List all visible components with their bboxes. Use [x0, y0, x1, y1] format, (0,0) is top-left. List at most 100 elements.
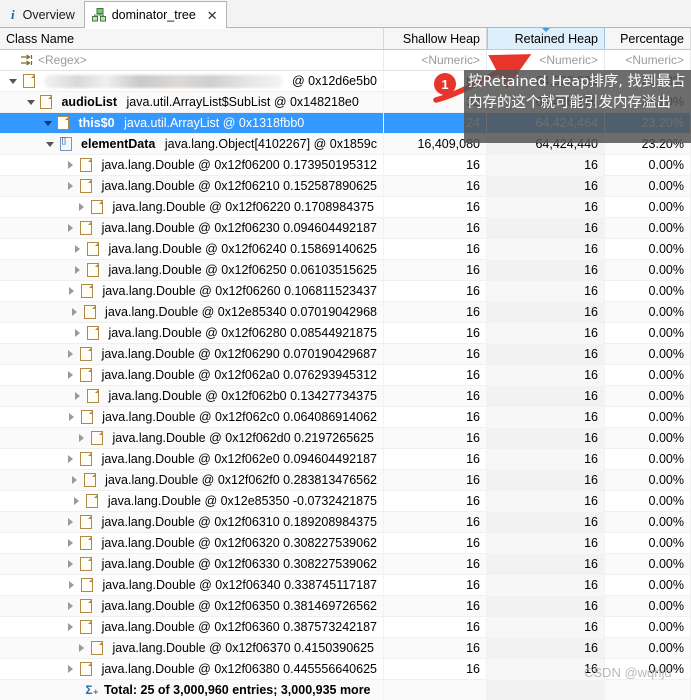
table-row[interactable]: Σ₊ Total: 25 of 3,000,960 entries; 3,000,…: [0, 679, 691, 700]
cell-percentage: 0.00%: [605, 301, 691, 323]
cell-retained-heap: 16: [487, 637, 605, 659]
column-header-class-name[interactable]: Class Name: [0, 28, 384, 49]
file-icon: [80, 452, 93, 466]
twisty-collapsed-icon[interactable]: [75, 197, 88, 218]
file-icon: [40, 95, 52, 109]
twisty-expanded-icon[interactable]: [7, 71, 20, 92]
twisty-collapsed-icon[interactable]: [64, 365, 77, 386]
object-description-label: java.lang.Double @ 0x12f062a0 0.07629394…: [101, 368, 377, 382]
filter-class-name[interactable]: <Regex>: [0, 50, 384, 70]
filter-shallow-heap[interactable]: <Numeric>: [384, 50, 487, 70]
table-row[interactable]: java.lang.Double @ 0x12f06310 0.18920898…: [0, 511, 691, 533]
cell-shallow-heap: 16: [384, 301, 487, 323]
column-header-retained-heap[interactable]: Retained Heap: [487, 28, 605, 49]
twisty-collapsed-icon[interactable]: [64, 617, 77, 638]
table-row[interactable]: java.lang.Double @ 0x12f06370 0.41503906…: [0, 637, 691, 659]
table-row[interactable]: java.lang.Double @ 0x12f06360 0.38757324…: [0, 616, 691, 638]
twisty-collapsed-icon[interactable]: [71, 323, 84, 344]
twisty-collapsed-icon[interactable]: [64, 512, 77, 533]
twisty-collapsed-icon[interactable]: [64, 218, 77, 239]
tab-dominator-tree[interactable]: dominator_tree ✕: [83, 1, 227, 29]
tab-overview[interactable]: i Overview: [0, 1, 84, 28]
table-row[interactable]: java.lang.Double @ 0x12e85340 0.07019042…: [0, 301, 691, 323]
table-row[interactable]: java.lang.Double @ 0x12f06200 0.17395019…: [0, 154, 691, 176]
file-icon: [83, 473, 96, 487]
table-row[interactable]: java.lang.Double @ 0x12f06320 0.30822753…: [0, 532, 691, 554]
object-description-label: @ 0x12d6e5b0: [292, 74, 377, 88]
object-description-label: java.lang.Double @ 0x12f06260 0.10681152…: [102, 284, 378, 298]
twisty-collapsed-icon[interactable]: [75, 638, 88, 659]
twisty-collapsed-icon[interactable]: [64, 659, 77, 680]
twisty-collapsed-icon[interactable]: [71, 386, 84, 407]
cell-percentage: 0.00%: [605, 280, 691, 302]
twisty-collapsed-icon[interactable]: [75, 428, 88, 449]
table-row[interactable]: java.lang.Double @ 0x12f06220 0.17089843…: [0, 196, 691, 218]
cell-percentage: 0.00%: [605, 469, 691, 491]
object-description-label: java.lang.Double @ 0x12f062b0 0.13427734…: [108, 389, 377, 403]
table-row[interactable]: java.lang.Double @ 0x12f062d0 0.21972656…: [0, 427, 691, 449]
table-row[interactable]: java.lang.Double @ 0x12f06250 0.06103515…: [0, 259, 691, 281]
file-icon: [80, 158, 93, 172]
twisty-collapsed-icon[interactable]: [64, 344, 77, 365]
column-header-shallow-heap[interactable]: Shallow Heap: [384, 28, 487, 49]
cell-shallow-heap: 16: [384, 259, 487, 281]
twisty-collapsed-icon[interactable]: [64, 554, 77, 575]
table-row[interactable]: java.lang.Double @ 0x12f062b0 0.13427734…: [0, 385, 691, 407]
twisty-collapsed-icon[interactable]: [65, 575, 78, 596]
twisty-collapsed-icon[interactable]: [68, 302, 81, 323]
table-row[interactable]: java.lang.Double @ 0x12f06350 0.38146972…: [0, 595, 691, 617]
filter-retained-heap[interactable]: <Numeric>: [487, 50, 605, 70]
table-row[interactable]: java.lang.Double @ 0x12f06240 0.15869140…: [0, 238, 691, 260]
column-header-percentage[interactable]: Percentage: [605, 28, 691, 49]
table-row[interactable]: java.lang.Double @ 0x12f062c0 0.06408691…: [0, 406, 691, 428]
cell-class-name: java.lang.Double @ 0x12f06350 0.38146972…: [0, 595, 384, 617]
close-icon[interactable]: ✕: [207, 9, 218, 22]
twisty-expanded-icon[interactable]: [24, 92, 37, 113]
twisty-expanded-icon[interactable]: [41, 113, 54, 134]
file-icon: [80, 599, 93, 613]
cell-class-name: java.lang.Double @ 0x12f06230 0.09460449…: [0, 217, 384, 239]
table-row[interactable]: java.lang.Double @ 0x12f06340 0.33874511…: [0, 574, 691, 596]
twisty-collapsed-icon[interactable]: [70, 491, 83, 512]
object-description-label: java.util.ArrayList$SubList @ 0x148218e0: [126, 95, 359, 109]
twisty-collapsed-icon[interactable]: [64, 533, 77, 554]
cell-retained-heap: 16: [487, 154, 605, 176]
object-description-label: java.util.ArrayList @ 0x1318fbb0: [124, 116, 305, 130]
table-row[interactable]: java.lang.Double @ 0x12e85350 -0.0732421…: [0, 490, 691, 512]
object-description-label: java.lang.Double @ 0x12f06320 0.30822753…: [101, 536, 377, 550]
table-row[interactable]: java.lang.Double @ 0x12f06260 0.10681152…: [0, 280, 691, 302]
twisty-collapsed-icon[interactable]: [64, 596, 77, 617]
table-row[interactable]: java.lang.Double @ 0x12f06280 0.08544921…: [0, 322, 691, 344]
cell-percentage: [605, 679, 691, 700]
twisty-none: [69, 680, 82, 700]
object-description-label: java.lang.Double @ 0x12f062f0 0.28381347…: [105, 473, 377, 487]
table-row[interactable]: java.lang.Double @ 0x12f06330 0.30822753…: [0, 553, 691, 575]
cell-percentage: 0.00%: [605, 595, 691, 617]
table-row[interactable]: java.lang.Double @ 0x12f062e0 0.09460449…: [0, 448, 691, 470]
twisty-collapsed-icon[interactable]: [65, 281, 78, 302]
cell-shallow-heap: 16: [384, 406, 487, 428]
twisty-collapsed-icon[interactable]: [65, 407, 78, 428]
twisty-collapsed-icon[interactable]: [64, 155, 77, 176]
table-row[interactable]: java.lang.Double @ 0x12f06290 0.07019042…: [0, 343, 691, 365]
cell-retained-heap: 16: [487, 595, 605, 617]
table-row[interactable]: java.lang.Double @ 0x12f06230 0.09460449…: [0, 217, 691, 239]
cell-class-name: audioList java.util.ArrayList$SubList @ …: [0, 91, 384, 113]
cell-shallow-heap: [384, 679, 487, 700]
twisty-collapsed-icon[interactable]: [64, 449, 77, 470]
cell-retained-heap: 16: [487, 469, 605, 491]
twisty-collapsed-icon[interactable]: [64, 176, 77, 197]
filter-percentage[interactable]: <Numeric>: [605, 50, 691, 70]
twisty-expanded-icon[interactable]: [44, 134, 57, 155]
twisty-collapsed-icon[interactable]: [71, 239, 84, 260]
object-description-label: java.lang.Double @ 0x12f06240 0.15869140…: [108, 242, 377, 256]
twisty-collapsed-icon[interactable]: [71, 260, 84, 281]
table-row[interactable]: java.lang.Double @ 0x12f062f0 0.28381347…: [0, 469, 691, 491]
tab-dominator-tree-label: dominator_tree: [111, 8, 196, 22]
cell-shallow-heap: 16: [384, 490, 487, 512]
cell-class-name: java.lang.Double @ 0x12f06310 0.18920898…: [0, 511, 384, 533]
file-icon: [22, 74, 35, 88]
table-row[interactable]: java.lang.Double @ 0x12f062a0 0.07629394…: [0, 364, 691, 386]
table-row[interactable]: java.lang.Double @ 0x12f06210 0.15258789…: [0, 175, 691, 197]
twisty-collapsed-icon[interactable]: [68, 470, 81, 491]
